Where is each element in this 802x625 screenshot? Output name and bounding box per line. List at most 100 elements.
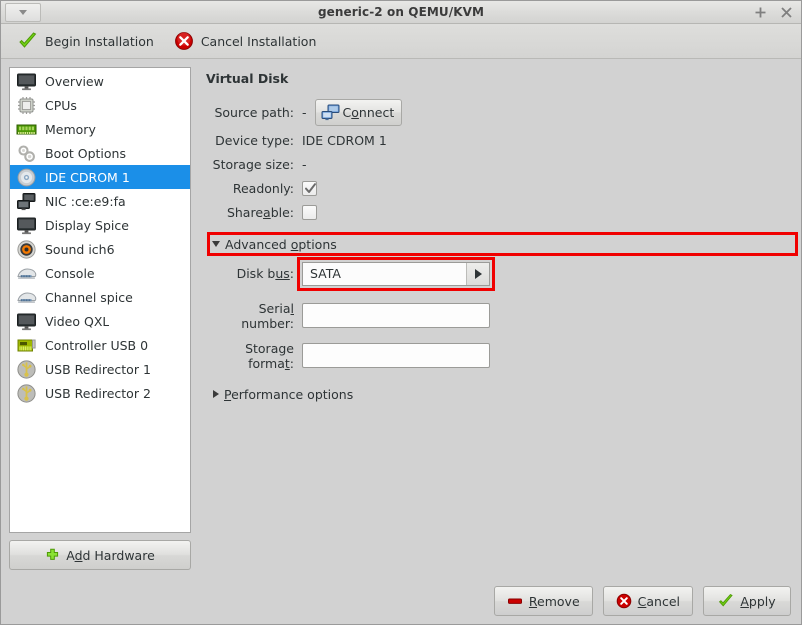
chevron-down-icon [19,10,27,15]
page-title: Virtual Disk [206,71,289,86]
monitor-icon [16,311,37,332]
storage-format-row: Storage format: [206,341,793,371]
sidebar-item-label: Display Spice [45,217,129,233]
cancel-button[interactable]: Cancel [602,586,693,616]
device-type-row: Device type: IDE CDROM 1 [206,130,793,150]
sidebar-item-sound-ich6[interactable]: Sound ich6 [10,237,190,261]
cancel-installation-label: Cancel Installation [200,33,317,49]
advanced-options-label: Advanced options [225,236,337,252]
red-minus-icon [507,593,523,609]
cpu-chip-icon [16,95,37,116]
sidebar-item-console[interactable]: Console [10,261,190,285]
toolbar: Begin Installation Cancel Installation [1,24,801,59]
sidebar-item-cpus[interactable]: CPUs [10,93,190,117]
sidebar-item-overview[interactable]: Overview [10,69,190,93]
sidebar-item-label: USB Redirector 2 [45,385,151,401]
sidebar-item-video-qxl[interactable]: Video QXL [10,309,190,333]
sidebar-item-controller-usb-0[interactable]: Controller USB 0 [10,333,190,357]
storage-size-row: Storage size: - [206,154,793,174]
add-hardware-button[interactable]: Add Hardware [9,540,191,570]
sidebar-item-label: Sound ich6 [45,241,115,257]
console-icon [16,287,37,308]
begin-installation-label: Begin Installation [45,33,154,49]
disk-bus-value: SATA [310,266,341,281]
sidebar-item-label: Overview [45,73,104,89]
source-path-value: - [302,105,307,120]
apply-label: Apply [740,593,776,609]
sidebar-item-label: NIC :ce:e9:fa [45,193,126,209]
device-type-value: IDE CDROM 1 [302,132,387,148]
close-icon[interactable] [780,6,793,19]
disk-bus-combobox[interactable]: SATA [297,256,495,291]
green-plus-icon [45,548,60,563]
serial-number-label: Serial number: [241,300,294,331]
performance-options-toggle[interactable]: Performance options [213,387,793,402]
console-icon [16,263,37,284]
hardware-list[interactable]: Overview CPUs Memory Boot Options IDE CDROM … [9,67,191,533]
sidebar-item-memory[interactable]: Memory [10,117,190,141]
cdrom-disc-icon [16,167,37,188]
gears-icon [16,143,37,164]
storage-size-value: - [302,156,307,172]
sidebar-item-boot-options[interactable]: Boot Options [10,141,190,165]
sidebar-item-channel-spice[interactable]: Channel spice [10,285,190,309]
red-x-circle-icon [616,593,632,609]
sidebar-item-label: Controller USB 0 [45,337,149,353]
footer-buttons: Remove Cancel Apply [1,578,801,624]
green-check-icon [18,31,38,51]
virt-manager-window: generic-2 on QEMU/KVM Begin Installation [0,0,802,625]
storage-format-label: Storage format: [245,340,294,371]
storage-size-label: Storage size: [212,156,294,172]
body-area: Overview CPUs Memory Boot Options IDE CDROM … [1,59,801,578]
serial-number-input[interactable] [302,303,490,328]
cancel-label: Cancel [637,593,680,609]
readonly-checkbox[interactable] [302,180,317,196]
maximize-icon[interactable] [754,6,767,19]
sidebar-item-ide-cdrom-1[interactable]: IDE CDROM 1 [10,165,190,189]
disk-bus-label: Disk bus: [236,266,294,281]
triangle-right-icon [213,390,219,398]
window-controls [754,1,793,23]
triangle-down-icon [212,241,220,247]
begin-installation-button[interactable]: Begin Installation [11,28,161,54]
sidebar-item-display-spice[interactable]: Display Spice [10,213,190,237]
source-path-label: Source path: [214,105,294,120]
sidebar-item-label: USB Redirector 1 [45,361,151,377]
readonly-label: Readonly: [232,180,294,196]
sidebar-item-label: Boot Options [45,145,126,161]
readonly-row: Readonly: [206,178,793,198]
serial-number-row: Serial number: [206,301,793,331]
window-menu-button[interactable] [5,3,41,22]
sidebar-item-label: Channel spice [45,289,133,305]
sidebar-item-nic-ce-e9-fa[interactable]: NIC :ce:e9:fa [10,189,190,213]
checkmark-icon [305,182,316,193]
sidebar: Overview CPUs Memory Boot Options IDE CDROM … [9,67,191,570]
sidebar-item-label: Console [45,265,95,281]
connect-label: Connect [342,105,395,120]
monitor-icon [16,215,37,236]
network-card-icon [16,191,37,212]
dropdown-arrow-icon[interactable] [466,262,489,285]
performance-options-label: Performance options [224,386,354,402]
connect-button[interactable]: Connect [314,99,403,126]
device-type-label: Device type: [215,132,294,148]
usb-icon [16,383,37,404]
sidebar-item-usb-redirector-2[interactable]: USB Redirector 2 [10,381,190,405]
green-check-icon [718,593,734,609]
remove-label: Remove [528,593,580,609]
main-panel: Virtual Disk Source path: - Connect Devi… [199,67,798,570]
storage-format-input[interactable] [302,343,490,368]
shareable-checkbox[interactable] [302,204,317,220]
source-path-row: Source path: - Connect [206,99,793,126]
usb-icon [16,359,37,380]
shareable-label: Shareable: [226,204,294,220]
apply-button[interactable]: Apply [703,586,791,616]
remove-button[interactable]: Remove [493,586,593,616]
memory-ram-icon [16,119,37,140]
window-title: generic-2 on QEMU/KVM [317,5,485,19]
add-hardware-label: Add Hardware [66,547,155,563]
cancel-installation-button[interactable]: Cancel Installation [167,28,324,54]
sidebar-item-usb-redirector-1[interactable]: USB Redirector 1 [10,357,190,381]
advanced-options-toggle[interactable]: Advanced options [207,232,798,256]
sidebar-item-label: IDE CDROM 1 [45,169,130,185]
